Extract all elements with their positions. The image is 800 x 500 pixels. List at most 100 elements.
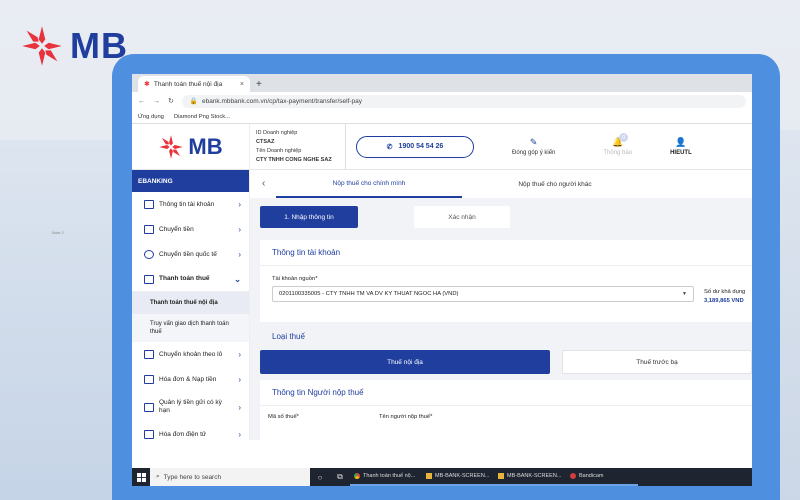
sidebar-item-account-info[interactable]: Thông tin tài khoản › bbox=[132, 192, 249, 217]
mb-brand-logo: MB bbox=[20, 24, 128, 68]
sidebar-item-batch-transfer[interactable]: Chuyển khoản theo lô › bbox=[132, 342, 249, 367]
payer-fields: Mã số thuế* Tên người nộp thuế* bbox=[260, 406, 752, 420]
feedback-label: Đóng góp ý kiến bbox=[512, 150, 556, 156]
taskbar-search-text: Type here to search bbox=[163, 473, 222, 481]
feedback-button[interactable]: ✎ Đóng góp ý kiến bbox=[512, 137, 555, 156]
record-icon bbox=[570, 473, 576, 479]
taskbar-app-label: MB-BANK-SCREEN... bbox=[507, 473, 562, 479]
user-name: HIEUTL bbox=[670, 150, 692, 156]
main-tabs: ‹ Nộp thuế cho chính mình Nộp thuế cho n… bbox=[250, 170, 752, 198]
notification-button[interactable]: 🔔 0 Thông báo bbox=[603, 133, 633, 156]
step-indicator: 1. Nhập thông tin Xác nhận bbox=[250, 198, 752, 240]
tab-pay-for-others[interactable]: Nộp thuế cho người khác bbox=[462, 170, 648, 198]
tax-icon bbox=[144, 274, 154, 284]
sidebar-item-label: Chuyển tiền bbox=[159, 225, 194, 233]
tax-type-domestic[interactable]: Thuế nội địa bbox=[260, 350, 550, 374]
chevron-right-icon: › bbox=[238, 250, 241, 259]
laptop-screen: ✱ Thanh toán thuế nội địa × + ← → ↻ 🔒 eb… bbox=[132, 74, 752, 486]
mb-favicon-icon: ✱ bbox=[144, 81, 150, 88]
mb-star-icon bbox=[22, 26, 62, 66]
folder-icon bbox=[426, 473, 432, 479]
company-info: ID Doanh nghiệp CTSAZ Tên Doanh nghiệp C… bbox=[250, 123, 346, 170]
step-confirm[interactable]: Xác nhận bbox=[414, 206, 510, 228]
background-label: Note 2 bbox=[52, 230, 64, 235]
sidebar-item-international-transfer[interactable]: Chuyển tiền quốc tế › bbox=[132, 242, 249, 267]
taskbar-app-label: MB-BANK-SCREEN... bbox=[435, 473, 490, 479]
chevron-right-icon: › bbox=[238, 375, 241, 384]
sidebar-item-transfer[interactable]: Chuyển tiền › bbox=[132, 217, 249, 242]
balance-label: Số dư khả dụng bbox=[704, 289, 746, 295]
account-card: Thông tin tài khoản Tài khoản nguồn* 020… bbox=[260, 240, 752, 322]
sidebar-item-term-deposit[interactable]: Quản lý tiền gửi có kỳ hạn › bbox=[132, 392, 249, 422]
balance-value: 3,189,865 VND bbox=[704, 298, 744, 304]
address-bar-row: ← → ↻ 🔒 ebank.mbbank.com.vn/cp/tax-payme… bbox=[132, 92, 752, 110]
chevron-down-icon: ⌄ bbox=[234, 274, 241, 284]
sidebar-subitem-tax-query[interactable]: Truy vấn giao dịch thanh toán thuế bbox=[132, 314, 249, 342]
bill-icon bbox=[144, 375, 154, 384]
task-view-icon[interactable]: ⧉ bbox=[330, 472, 350, 482]
taskbar-app-label: Thanh toán thuế nộ... bbox=[363, 473, 416, 479]
notification-label: Thông báo bbox=[603, 150, 633, 156]
sidebar-item-label: Thanh toán thuế bbox=[159, 275, 210, 282]
notification-badge: 0 bbox=[619, 133, 629, 142]
taskbar-app-folder-1[interactable]: MB-BANK-SCREEN... bbox=[422, 468, 494, 486]
sidebar-item-label: Hóa đơn điện tử bbox=[159, 430, 207, 438]
bookmark-diamond[interactable]: Diamond Png Stock... bbox=[174, 114, 230, 120]
back-chevron-icon[interactable]: ‹ bbox=[262, 178, 265, 189]
sidebar: EBANKING Thông tin tài khoản › Chuyển ti… bbox=[132, 170, 250, 440]
feedback-icon: ✎ bbox=[529, 137, 538, 147]
hotline-button[interactable]: ✆ 1900 54 54 26 bbox=[356, 135, 474, 158]
windows-start-icon[interactable] bbox=[132, 468, 150, 486]
source-account-label: Tài khoản nguồn* bbox=[272, 276, 318, 282]
taskbar-app-chrome[interactable]: Thanh toán thuế nộ... bbox=[350, 468, 422, 486]
forward-arrow-icon[interactable]: → bbox=[153, 98, 160, 105]
app-logo[interactable]: MB bbox=[132, 123, 250, 170]
chrome-icon bbox=[354, 473, 360, 479]
bookmark-apps[interactable]: Ứng dụng bbox=[138, 114, 164, 120]
cortana-icon[interactable]: ○ bbox=[310, 473, 330, 482]
taskbar-search[interactable]: ⌕ Type here to search bbox=[150, 468, 310, 486]
chevron-right-icon: › bbox=[238, 350, 241, 359]
sidebar-item-tax-payment[interactable]: Thanh toán thuế ⌄ bbox=[132, 267, 249, 292]
new-tab-button[interactable]: + bbox=[256, 79, 262, 90]
account-section-title: Thông tin tài khoản bbox=[260, 240, 752, 266]
reload-icon[interactable]: ↻ bbox=[168, 97, 174, 105]
available-balance: Số dư khả dụng 3,189,865 VND bbox=[704, 288, 745, 306]
taskbar-app-label: Bandicam bbox=[579, 473, 604, 479]
main-content: ‹ Nộp thuế cho chính mình Nộp thuế cho n… bbox=[250, 170, 752, 460]
source-account-select[interactable]: 0201100335005 - CTY TNHH TM VA DV KY THU… bbox=[272, 286, 694, 302]
sidebar-item-bills-topup[interactable]: Hóa đơn & Nạp tiền › bbox=[132, 367, 249, 392]
taskbar-app-bandicam[interactable]: Bandicam bbox=[566, 468, 638, 486]
mb-star-icon bbox=[159, 134, 184, 159]
company-id-label: ID Doanh nghiệp bbox=[256, 129, 298, 136]
invoice-icon bbox=[144, 430, 154, 439]
taskbar-app-folder-2[interactable]: MB-BANK-SCREEN... bbox=[494, 468, 566, 486]
app-logo-text: MB bbox=[188, 133, 223, 159]
hotline-number: 1900 54 54 26 bbox=[398, 143, 444, 150]
chevron-right-icon: › bbox=[238, 200, 241, 209]
tax-type-registration[interactable]: Thuế trước bạ bbox=[562, 350, 752, 374]
step-enter-info[interactable]: 1. Nhập thông tin bbox=[260, 206, 358, 228]
company-name: CTY TNHH CONG NGHE SAZ bbox=[256, 156, 332, 163]
sidebar-item-label: Hóa đơn & Nạp tiền bbox=[159, 375, 217, 383]
deposit-icon bbox=[144, 402, 154, 412]
browser-tab-bar: ✱ Thanh toán thuế nội địa × + bbox=[132, 74, 752, 92]
batch-icon bbox=[144, 350, 154, 359]
dropdown-caret-icon: ▼ bbox=[682, 291, 687, 297]
sidebar-title: EBANKING bbox=[132, 170, 249, 192]
sidebar-item-e-invoice[interactable]: Hóa đơn điện tử › bbox=[132, 422, 249, 447]
sidebar-subitem-domestic-tax[interactable]: Thanh toán thuế nội địa bbox=[132, 292, 249, 314]
windows-taskbar: ⌕ Type here to search ○ ⧉ Thanh toán thu… bbox=[132, 468, 752, 486]
close-tab-icon[interactable]: × bbox=[240, 81, 244, 88]
source-account-value: 0201100335005 - CTY TNHH TM VA DV KY THU… bbox=[279, 291, 459, 297]
tab-self-pay[interactable]: Nộp thuế cho chính mình bbox=[276, 170, 462, 198]
url-field[interactable]: 🔒 ebank.mbbank.com.vn/cp/tax-payment/tra… bbox=[181, 94, 746, 108]
user-menu[interactable]: 👤 HIEUTL bbox=[670, 137, 692, 156]
sidebar-item-label: Thông tin tài khoản bbox=[159, 200, 215, 208]
account-card-icon bbox=[144, 200, 154, 209]
chevron-right-icon: › bbox=[238, 225, 241, 234]
back-arrow-icon[interactable]: ← bbox=[138, 98, 145, 105]
payer-section-title: Thông tin Người nộp thuế bbox=[260, 380, 752, 406]
browser-tab[interactable]: ✱ Thanh toán thuế nội địa × bbox=[138, 76, 250, 92]
user-icon: 👤 bbox=[675, 137, 687, 147]
